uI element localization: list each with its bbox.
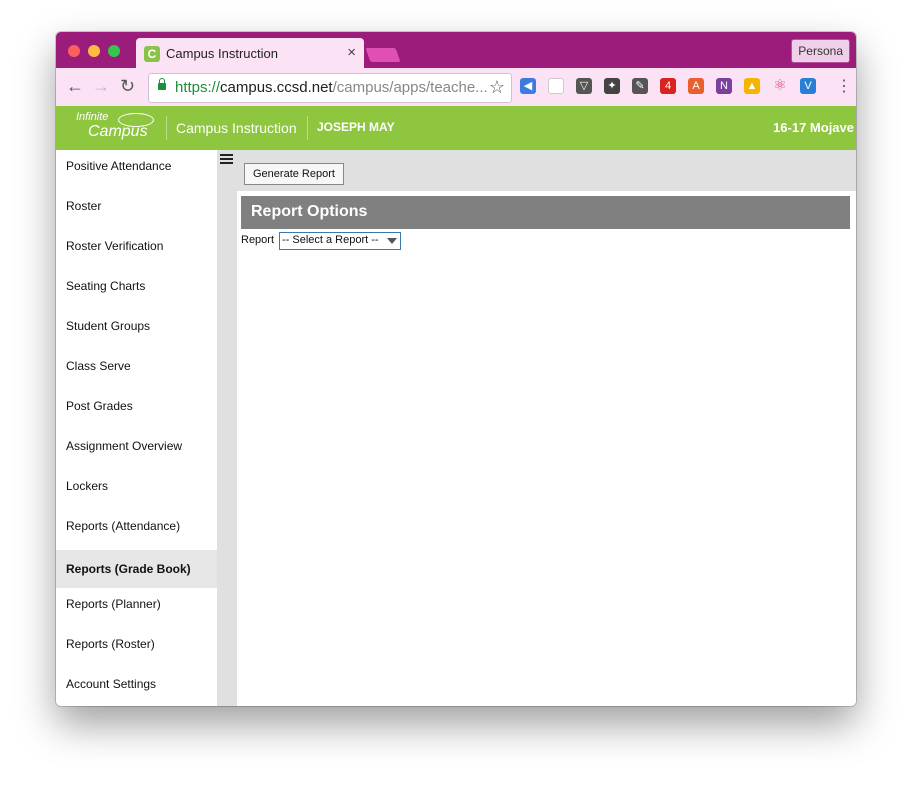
new-tab-button[interactable] [365,48,401,62]
vue-extension-icon[interactable]: V [800,78,816,94]
delicious-extension-icon[interactable] [548,78,564,94]
office-extension-icon[interactable]: A [688,78,704,94]
react-extension-icon[interactable]: ⚛ [772,78,788,94]
extension-badge: 4 [664,80,672,92]
eyedropper-extension-icon[interactable]: ✎ [632,78,648,94]
report-label: Report [241,234,275,246]
campus-favicon-icon: C [144,46,160,62]
close-window-button[interactable] [68,45,80,57]
minimize-window-button[interactable] [88,45,100,57]
header-divider [166,116,167,140]
tab-title: Campus Instruction [166,46,278,61]
logo-swoosh-icon [118,113,154,127]
sidebar-item-reports-roster[interactable]: Reports (Roster) [56,628,217,668]
profile-button[interactable]: Persona [791,39,850,63]
sidebar-item-account-settings[interactable]: Account Settings [56,668,217,706]
sidebar-item-reports-grade-book[interactable]: Reports (Grade Book) [56,550,217,588]
action-bar: Generate Report [237,150,856,191]
sidebar-item-roster[interactable]: Roster [56,190,217,230]
app-name[interactable]: Campus Instruction [176,120,297,136]
header-divider [307,116,308,140]
sidebar-item-post-grades[interactable]: Post Grades [56,390,217,430]
sidebar-item-roster-verification[interactable]: Roster Verification [56,230,217,270]
report-select[interactable]: -- Select a Report -- [279,232,401,250]
tab-close-icon[interactable]: × [347,44,356,61]
pocket-extension-icon[interactable]: ▽ [576,78,592,94]
megaphone-extension-icon[interactable]: ◀ [520,78,536,94]
report-options-header: Report Options [241,196,850,229]
report-select-value: -- Select a Report -- [282,234,379,246]
browser-window: C Campus Instruction × Persona ← → ↻ htt… [56,32,856,706]
lock-icon [158,78,166,90]
browser-tab[interactable]: C Campus Instruction × [136,38,364,68]
google-drive-extension-icon[interactable]: ▲ [744,78,760,94]
generate-report-button[interactable]: Generate Report [244,163,344,185]
section-title: Report Options [251,203,368,220]
sidebar-item-seating-charts[interactable]: Seating Charts [56,270,217,310]
sidebar-item-positive-attendance[interactable]: Positive Attendance [56,150,217,190]
bookmark-star-icon[interactable]: ☆ [489,77,505,98]
sidebar-gutter [217,150,237,706]
browser-toolbar: ← → ↻ https://campus.ccsd.net/campus/app… [56,68,856,107]
evernote-extension-icon[interactable]: ✦ [604,78,620,94]
sidebar-nav: Positive Attendance Roster Roster Verifi… [56,150,217,706]
term-selector[interactable]: 16-17 Mojave [773,120,854,135]
sidebar-item-assignment-overview[interactable]: Assignment Overview [56,430,217,470]
back-arrow-icon[interactable]: ← [66,76,84,96]
dropdown-arrow-icon [387,238,397,244]
sidebar-item-reports-attendance[interactable]: Reports (Attendance) [56,510,217,550]
hamburger-menu-icon[interactable] [220,154,233,164]
tab-strip: C Campus Instruction × Persona [56,32,856,68]
calendar-extension-icon[interactable]: 4 [660,78,676,94]
sidebar-item-lockers[interactable]: Lockers [56,470,217,510]
user-name[interactable]: JOSEPH MAY [317,120,395,134]
main-content: Generate Report Report Options Report --… [237,150,856,706]
reload-icon[interactable]: ↻ [120,76,135,96]
address-bar[interactable]: https://campus.ccsd.net/campus/apps/teac… [148,73,512,103]
infinite-campus-logo[interactable]: Infinite Campus [76,112,154,141]
browser-menu-icon[interactable]: ⋮ [836,76,852,96]
forward-arrow-icon[interactable]: → [92,76,110,96]
zoom-window-button[interactable] [108,45,120,57]
app-header: Infinite Campus Campus Instruction JOSEP… [56,106,856,150]
url-text: https://campus.ccsd.net/campus/apps/teac… [175,79,488,96]
sidebar-item-reports-planner[interactable]: Reports (Planner) [56,588,217,628]
onenote-extension-icon[interactable]: N [716,78,732,94]
sidebar-item-class-serve[interactable]: Class Serve [56,350,217,390]
sidebar-item-student-groups[interactable]: Student Groups [56,310,217,350]
